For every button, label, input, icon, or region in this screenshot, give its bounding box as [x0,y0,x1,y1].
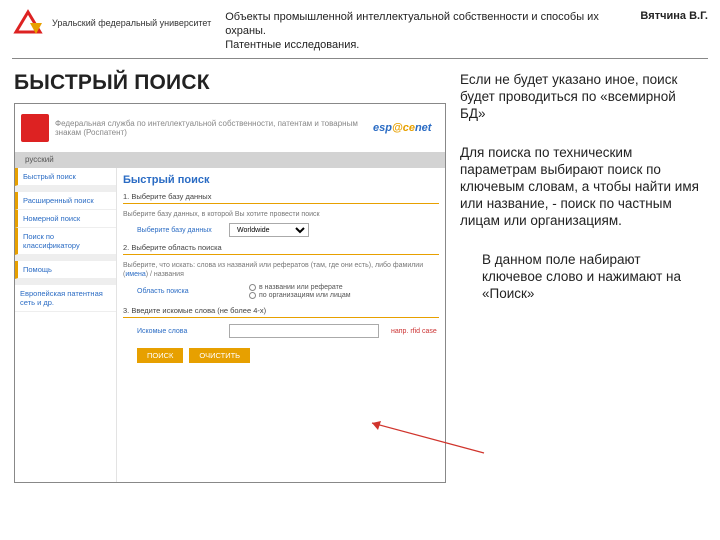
slide-author: Вятчина В.Г. [640,8,708,22]
keywords-input[interactable] [229,324,379,338]
slide-subtitle: Объекты промышленной интеллектуальной со… [221,8,640,52]
tab-strip: русский [15,152,445,168]
search-button[interactable]: ПОИСК [137,348,183,363]
keywords-label: Искомые слова [137,328,223,335]
scope-label: Область поиска [137,288,223,295]
university-logo: Уральский федеральный университет [12,8,211,38]
espacenet-logo: esp@cenet [373,122,445,134]
banner-text: Федеральная служба по интеллектуальной с… [55,119,373,137]
annotation-2: Для поиска по техническим параметрам выб… [460,144,702,229]
tab-lang[interactable]: русский [15,152,64,167]
sidebar-item-num[interactable]: Номерной поиск [15,210,116,228]
db-select-label: Выберите базу данных [137,227,223,234]
step-2-desc: Выберите, что искать: слова из названий … [123,261,439,279]
sidebar-item-links[interactable]: Европейская патентная сеть и др. [15,285,116,312]
screenshot-panel: Федеральная служба по интеллектуальной с… [14,103,446,483]
step-1-desc: Выберите базу данных, в которой Вы хотит… [123,210,439,219]
logo-mark-icon [12,8,46,38]
sidebar: Быстрый поиск Расширенный поиск Номерной… [15,168,117,483]
step-1-label: 1. Выберите базу данных [123,192,439,201]
annotation-3: В данном поле набирают ключевое слово и … [482,251,702,302]
db-select[interactable]: Worldwide [229,223,309,237]
radio-title-abstract[interactable]: в названии или реферате [249,284,351,291]
form-title: Быстрый поиск [123,174,439,186]
clear-button[interactable]: ОЧИСТИТЬ [189,348,250,363]
page-title: БЫСТРЫЙ ПОИСК [14,71,452,95]
sidebar-item-help[interactable]: Помощь [15,261,116,279]
slide-header: Уральский федеральный университет Объект… [0,0,720,59]
logo-text: Уральский федеральный университет [52,18,211,28]
sidebar-item-adv[interactable]: Расширенный поиск [15,192,116,210]
annotation-column: Если не будет указано иное, поиск будет … [452,71,702,483]
step-2-label: 2. Выберите область поиска [123,243,439,252]
radio-persons-orgs[interactable]: по организациям или лицам [249,292,351,299]
step-3-label: 3. Введите искомые слова (не более 4-х) [123,306,439,315]
keywords-example: напр. rfid case [391,328,437,335]
emblem-icon [21,114,49,142]
annotation-1: Если не будет указано иное, поиск будет … [460,71,702,122]
sidebar-item-quick[interactable]: Быстрый поиск [15,168,116,186]
sidebar-item-class[interactable]: Поиск по классификатору [15,228,116,255]
